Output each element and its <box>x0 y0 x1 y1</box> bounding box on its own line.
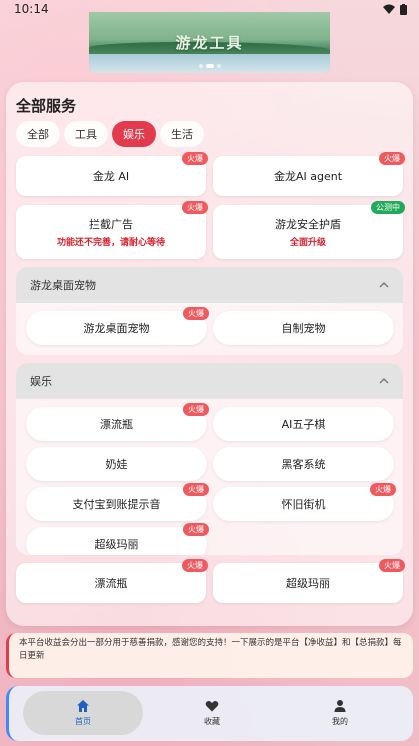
group-item-naiwa[interactable]: 奶娃 <box>26 447 207 481</box>
service-card-security-shield[interactable]: 游龙安全护盾 全面升级 公测中 <box>213 201 405 259</box>
service-card-jinlong-agent[interactable]: 金龙AI agent 火爆 <box>213 152 405 196</box>
hot-badge: 火爆 <box>379 559 405 572</box>
group-header[interactable]: 游龙桌面宠物 <box>16 267 403 303</box>
nav-label: 收藏 <box>204 717 220 726</box>
user-icon <box>334 700 346 712</box>
item-label: 漂流瓶 <box>100 418 133 431</box>
nav-favorites[interactable]: 收藏 <box>152 691 272 735</box>
group-desktop-pet: 游龙桌面宠物 游龙桌面宠物 火爆 自制宠物 <box>16 267 403 355</box>
chevron-up-icon <box>379 378 389 384</box>
banner-dot-active <box>205 64 214 68</box>
wifi-icon <box>383 4 395 14</box>
service-card-drift-bottle[interactable]: 漂流瓶 火爆 <box>16 559 208 603</box>
tab-all[interactable]: 全部 <box>16 121 60 147</box>
nav-label: 首页 <box>75 717 91 726</box>
item-label: 怀旧街机 <box>281 498 326 511</box>
chevron-up-icon <box>379 282 389 288</box>
item-label: 自制宠物 <box>281 322 326 335</box>
battery-icon <box>400 3 407 15</box>
service-card-super-mario[interactable]: 超级玛丽 火爆 <box>213 559 405 603</box>
hot-badge: 火爆 <box>183 523 209 536</box>
heart-icon <box>205 700 219 712</box>
group-item-ai-gomoku[interactable]: AI五子棋 <box>213 407 394 441</box>
charity-notice: 本平台收益会分出一部分用于慈善捐款，感谢您的支持！一下展示的是平台【净收益】和【… <box>6 633 413 678</box>
hot-badge: 火爆 <box>182 559 208 572</box>
group-item-custom-pet[interactable]: 自制宠物 <box>213 311 394 345</box>
nav-profile[interactable]: 我的 <box>280 691 400 735</box>
service-label: 金龙 AI <box>92 170 130 183</box>
services-panel: 全部服务 全部 工具 娱乐 生活 金龙 AI 火爆 金龙AI agent 火爆 … <box>6 82 413 626</box>
banner-dot <box>216 64 221 68</box>
group-entertainment: 娱乐 漂流瓶 火爆 AI五子棋 奶娃 黑客系统 支付宝到账提示音 火爆 怀旧街机… <box>16 363 403 555</box>
tab-entertainment[interactable]: 娱乐 <box>112 121 156 147</box>
service-label: 漂流瓶 <box>94 577 128 590</box>
service-label: 游龙安全护盾 <box>275 218 341 231</box>
group-item-retro-arcade[interactable]: 怀旧街机 火爆 <box>213 483 396 521</box>
group-item-desktop-pet[interactable]: 游龙桌面宠物 火爆 <box>26 307 209 345</box>
hot-badge: 火爆 <box>182 201 208 214</box>
beta-badge: 公测中 <box>371 201 405 214</box>
service-label: 金龙AI agent <box>273 170 343 183</box>
group-title: 游龙桌面宠物 <box>30 279 96 292</box>
bottom-nav: 首页 收藏 我的 <box>6 686 413 741</box>
banner-dots <box>89 64 330 68</box>
item-label: 游龙桌面宠物 <box>83 322 150 335</box>
nav-home[interactable]: 首页 <box>23 691 143 735</box>
item-label: 奶娃 <box>105 458 128 471</box>
service-label: 拦截广告 <box>89 218 133 231</box>
hot-badge: 火爆 <box>183 307 209 320</box>
banner-carousel[interactable]: 游龙工具 <box>89 12 330 73</box>
group-item-super-mario[interactable]: 超级玛丽 火爆 <box>26 523 209 555</box>
item-label: AI五子棋 <box>281 418 326 431</box>
group-item-alipay-sound[interactable]: 支付宝到账提示音 火爆 <box>26 483 209 521</box>
tab-tools[interactable]: 工具 <box>64 121 108 147</box>
nav-label: 我的 <box>332 717 348 726</box>
status-time: 10:14 <box>14 2 49 16</box>
service-subtitle: 全面升级 <box>289 238 326 248</box>
group-title: 娱乐 <box>30 375 52 388</box>
hot-badge: 火爆 <box>183 403 209 416</box>
group-item-drift-bottle[interactable]: 漂流瓶 火爆 <box>26 403 209 441</box>
item-label: 超级玛丽 <box>94 538 139 551</box>
hot-badge: 火爆 <box>379 152 405 165</box>
tab-life[interactable]: 生活 <box>160 121 204 147</box>
banner-title: 游龙工具 <box>175 34 244 52</box>
notice-text: 本平台收益会分出一部分用于慈善捐款，感谢您的支持！一下展示的是平台【净收益】和【… <box>19 638 402 661</box>
service-label: 超级玛丽 <box>286 577 330 590</box>
group-item-hacker-system[interactable]: 黑客系统 <box>213 447 394 481</box>
item-label: 支付宝到账提示音 <box>72 498 161 511</box>
banner-dot <box>198 64 203 68</box>
hot-badge: 火爆 <box>370 483 396 496</box>
category-tabs: 全部 工具 娱乐 生活 <box>16 121 204 147</box>
services-title: 全部服务 <box>16 97 77 115</box>
hot-badge: 火爆 <box>183 483 209 496</box>
group-header[interactable]: 娱乐 <box>16 363 403 399</box>
service-card-jinlong-ai[interactable]: 金龙 AI 火爆 <box>16 152 208 196</box>
home-icon <box>77 700 89 712</box>
service-subtitle: 功能还不完善，请耐心等待 <box>56 238 165 248</box>
service-card-ad-block[interactable]: 拦截广告 功能还不完善，请耐心等待 火爆 <box>16 201 208 259</box>
hot-badge: 火爆 <box>182 152 208 165</box>
item-label: 黑客系统 <box>281 458 326 471</box>
